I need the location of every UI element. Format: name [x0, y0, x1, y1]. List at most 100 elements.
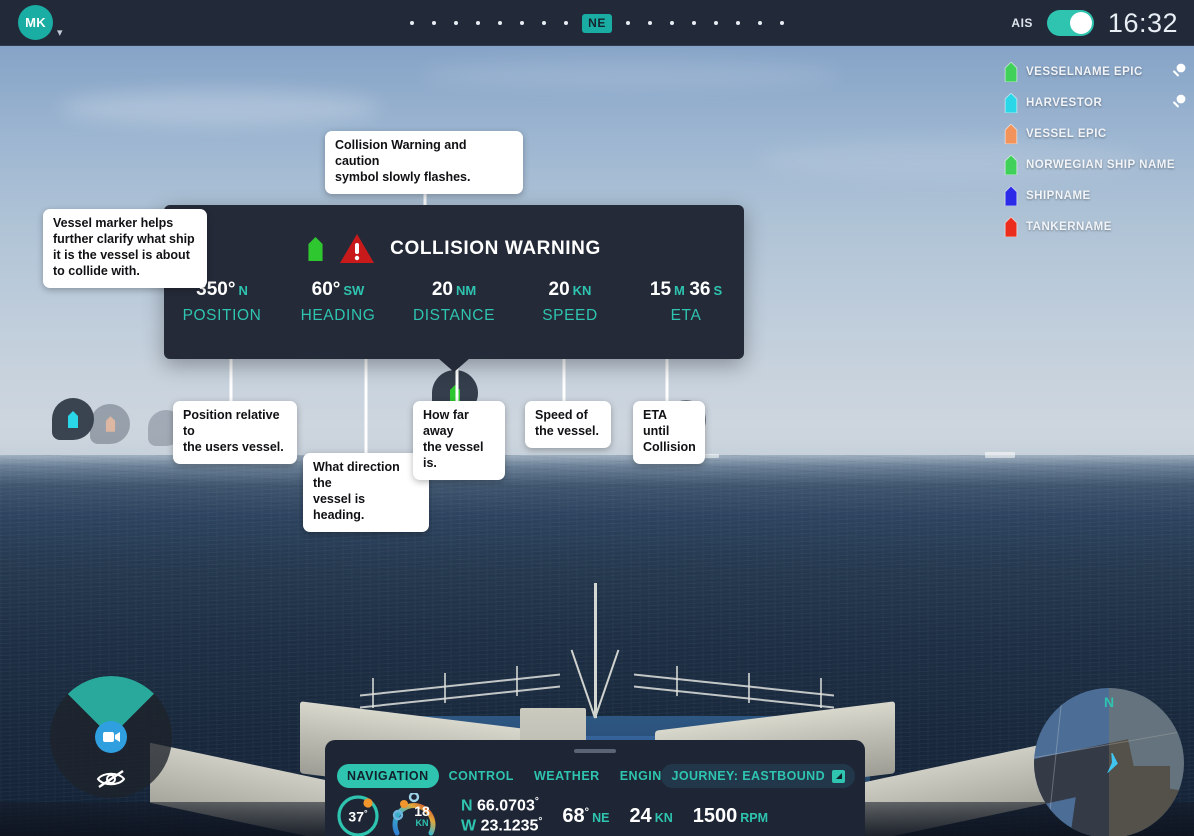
warning-header: COLLISION WARNING	[164, 225, 744, 273]
ais-label: AIS	[1011, 16, 1033, 30]
dashboard-tab[interactable]: WEATHER	[524, 764, 610, 788]
ais-bubble-marker[interactable]	[52, 398, 94, 440]
railing	[360, 673, 560, 697]
toggle-knob	[1069, 12, 1092, 34]
callout-distance: How far away the vessel is.	[413, 401, 505, 480]
callout-position: Position relative to the users vessel.	[173, 401, 297, 464]
metric-unit: NM	[455, 283, 477, 298]
drag-handle-icon[interactable]	[574, 749, 616, 753]
compass-tick	[669, 21, 674, 25]
compass-tick	[542, 21, 547, 25]
callout-flash: Collision Warning and caution symbol slo…	[325, 131, 523, 194]
bubble-disc	[52, 398, 94, 440]
search-icon[interactable]	[1170, 93, 1188, 111]
compass-tick	[625, 21, 630, 25]
metric-label: SPEED	[542, 307, 598, 324]
warning-metric: 20 KN SPEED	[512, 279, 628, 325]
dashboard-panel[interactable]: NAVIGATION CONTROL WEATHER ENGINE JOURNEY: …	[325, 740, 865, 836]
railing-post	[676, 666, 678, 696]
ais-vessel-name: HARVESTOR	[1026, 97, 1103, 109]
warning-metric: 20 NM DISTANCE	[396, 279, 512, 325]
clock: 16:32	[1107, 7, 1178, 38]
compass-heading-badge: NE	[582, 13, 612, 33]
speed-readout: 24 KN	[629, 804, 673, 827]
compass-tick	[691, 21, 696, 25]
callout-speed: Speed of the vessel.	[525, 401, 611, 448]
warning-title: COLLISION WARNING	[390, 238, 601, 259]
ais-vessel-list: VESSELNAME EPIC HARVESTOR VESSEL EPIC NORWE…	[1004, 62, 1186, 237]
vessel-marker-icon	[1004, 124, 1018, 144]
callout-heading: What direction the vessel is heading.	[303, 453, 429, 532]
compass-tick	[757, 21, 762, 25]
eye-off-icon[interactable]	[96, 768, 126, 790]
compass-tick	[410, 21, 415, 25]
railing-post	[372, 678, 374, 708]
mast	[594, 583, 597, 718]
railing-post	[820, 678, 822, 708]
dashboard-readouts: 37° 18 KN N 66.0703° W 23.1235° 68° NE 2…	[325, 791, 865, 836]
compass-tick	[735, 21, 740, 25]
ais-list-item[interactable]: VESSELNAME EPIC	[1004, 62, 1186, 82]
ais-vessel-name: NORWEGIAN SHIP NAME	[1026, 159, 1176, 171]
railing-post	[748, 673, 750, 703]
metric-label: ETA	[670, 307, 702, 324]
ais-list-item[interactable]: VESSEL EPIC	[1004, 124, 1180, 144]
callout-vessel-marker: Vessel marker helps further clarify what…	[43, 209, 207, 288]
vessel-marker-icon	[68, 410, 78, 428]
vessel-marker-icon	[105, 416, 115, 432]
collision-warning-panel[interactable]: COLLISION WARNING 350° N POSITION 60° SW HEAD…	[164, 205, 744, 372]
heading-gauge: 37°	[335, 793, 381, 836]
latitude-direction: N	[461, 797, 473, 815]
rpm-readout: 1500 RPM	[692, 804, 769, 827]
ais-bubble-marker[interactable]	[90, 404, 130, 444]
vessel-marker-icon	[308, 237, 323, 261]
cloud	[60, 90, 380, 126]
compass-tick	[647, 21, 652, 25]
ais-list-item[interactable]: SHIPNAME	[1004, 186, 1180, 206]
video-camera-icon	[102, 732, 120, 742]
edit-square-icon[interactable]	[832, 769, 845, 783]
railing	[634, 673, 834, 697]
ais-vessel-name: SHIPNAME	[1026, 190, 1091, 202]
dashboard-tab[interactable]: NAVIGATION	[337, 764, 439, 788]
ais-toggle[interactable]	[1046, 10, 1094, 36]
journey-badge[interactable]: JOURNEY: EASTBOUND	[661, 764, 855, 788]
dashboard-tabs: NAVIGATION CONTROL WEATHER ENGINE	[337, 764, 681, 788]
distant-vessel	[703, 454, 719, 458]
ais-list-item[interactable]: TANKERNAME	[1004, 217, 1180, 237]
heading-arrow-icon	[1106, 753, 1118, 773]
vessel-marker-icon	[1004, 155, 1018, 175]
minimap-north-label: N	[1103, 694, 1115, 710]
warning-metric: 60° SW HEADING	[280, 279, 396, 325]
compass-tick	[454, 21, 459, 25]
latitude-value: 66.0703	[477, 797, 535, 815]
vessel-marker-icon	[1004, 93, 1018, 113]
metric-unit: SW	[343, 283, 365, 298]
warning-metrics: 350° N POSITION 60° SW HEADING 20 NM DISTANCE 20 K…	[164, 279, 744, 325]
heading-gauge-value: 37°	[348, 807, 368, 825]
ais-vessel-name: VESSELNAME EPIC	[1026, 66, 1143, 78]
compass-tick	[779, 21, 784, 25]
ais-list-item[interactable]: HARVESTOR	[1004, 93, 1186, 113]
minimap-radar[interactable]: N	[1034, 688, 1184, 836]
dashboard-tab[interactable]: CONTROL	[439, 764, 524, 788]
metric-label: HEADING	[300, 307, 376, 324]
search-icon[interactable]	[1170, 62, 1188, 80]
metric-unit: KN	[572, 283, 592, 298]
metric-value: 20	[548, 279, 570, 300]
railing	[634, 685, 834, 709]
metric-unit: M	[674, 283, 685, 298]
metric-unit: N	[238, 283, 248, 298]
compass-tick	[498, 21, 503, 25]
ais-list-item[interactable]: NORWEGIAN SHIP NAME	[1004, 155, 1180, 175]
bubble-disc	[90, 404, 130, 444]
compass-tick	[713, 21, 718, 25]
metric-unit-2: S	[713, 283, 723, 298]
camera-button[interactable]	[95, 721, 127, 753]
camera-view-widget[interactable]	[50, 676, 172, 836]
warning-metric: 15 M 36 S ETA	[628, 279, 744, 325]
metric-value: 15	[649, 279, 672, 300]
railing	[360, 685, 560, 709]
vessel-marker-icon	[1004, 62, 1018, 82]
wind-gauge: 18 KN	[389, 791, 439, 836]
